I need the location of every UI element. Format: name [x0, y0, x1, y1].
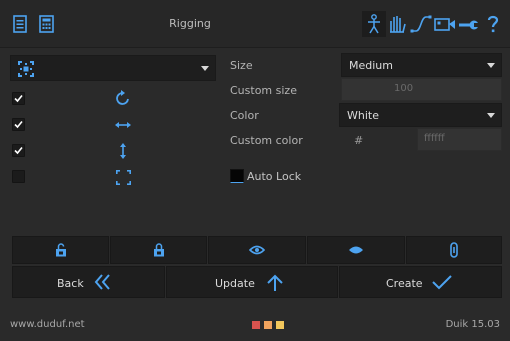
- link-button[interactable]: [406, 236, 502, 264]
- swatch-red: [252, 321, 260, 329]
- custom-size-field[interactable]: 100: [341, 78, 502, 101]
- chevron-down-icon: [487, 63, 495, 68]
- controller-shape-dropdown[interactable]: [10, 55, 216, 81]
- back-button[interactable]: Back: [12, 266, 165, 298]
- swatch-orange: [264, 321, 272, 329]
- footer: www.duduf.net Duik 15.03: [0, 309, 510, 341]
- lock-button[interactable]: [110, 236, 207, 264]
- create-button[interactable]: Create: [339, 266, 502, 298]
- unlock-icon: [55, 243, 67, 257]
- auto-lock-checkbox[interactable]: [230, 169, 244, 183]
- chevron-down-icon: [487, 113, 495, 118]
- back-label: Back: [57, 277, 84, 290]
- option-checkbox-4[interactable]: [12, 170, 25, 183]
- auto-lock-label: Auto Lock: [247, 170, 302, 183]
- lock-icon: [153, 243, 165, 257]
- custom-color-field[interactable]: ffffff: [417, 128, 502, 151]
- double-chevron-left-icon: [94, 274, 112, 290]
- panel-title: Rigging: [169, 17, 211, 30]
- hide-icon: [348, 245, 364, 255]
- scale-corners-icon[interactable]: [114, 168, 132, 186]
- controller-shape-icon: [17, 60, 35, 78]
- hand-icon[interactable]: [385, 11, 409, 37]
- create-label: Create: [386, 277, 423, 290]
- header-bar: Rigging: [0, 0, 510, 48]
- custom-size-label: Custom size: [230, 84, 297, 97]
- size-value: Medium: [349, 59, 393, 72]
- wrench-icon[interactable]: [457, 11, 481, 37]
- show-button[interactable]: [208, 236, 306, 264]
- swatch-yellow: [276, 321, 284, 329]
- help-icon[interactable]: [481, 11, 505, 37]
- arrow-up-icon: [266, 274, 284, 292]
- color-dropdown[interactable]: White: [339, 103, 502, 127]
- unlock-button[interactable]: [12, 236, 109, 264]
- camera-icon[interactable]: [433, 11, 457, 37]
- vertical-arrows-icon[interactable]: [114, 142, 132, 160]
- rotation-icon[interactable]: [114, 89, 132, 107]
- version-label: Duik 15.03: [445, 319, 500, 330]
- person-icon[interactable]: [362, 11, 386, 37]
- check-icon: [431, 274, 453, 290]
- link-icon: [450, 242, 458, 258]
- custom-color-label: Custom color: [230, 134, 303, 147]
- update-button[interactable]: Update: [166, 266, 338, 298]
- color-value: White: [347, 109, 379, 122]
- size-dropdown[interactable]: Medium: [341, 53, 502, 77]
- custom-size-value: 100: [394, 83, 414, 94]
- curve-icon[interactable]: [409, 11, 433, 37]
- hide-button[interactable]: [307, 236, 405, 264]
- rigging-panel: Size Medium Custom size 100 Color White …: [0, 48, 510, 230]
- size-label: Size: [230, 59, 253, 72]
- show-icon: [249, 245, 265, 255]
- website-link[interactable]: www.duduf.net: [10, 319, 85, 330]
- chevron-down-icon: [201, 66, 209, 71]
- option-checkbox-1[interactable]: [12, 92, 25, 105]
- option-checkbox-3[interactable]: [12, 144, 25, 157]
- option-checkbox-2[interactable]: [12, 118, 25, 131]
- color-label: Color: [230, 109, 259, 122]
- custom-color-value: ffffff: [424, 133, 445, 144]
- update-label: Update: [215, 277, 255, 290]
- horizontal-arrows-icon[interactable]: [114, 116, 132, 134]
- hash-label: #: [354, 134, 364, 147]
